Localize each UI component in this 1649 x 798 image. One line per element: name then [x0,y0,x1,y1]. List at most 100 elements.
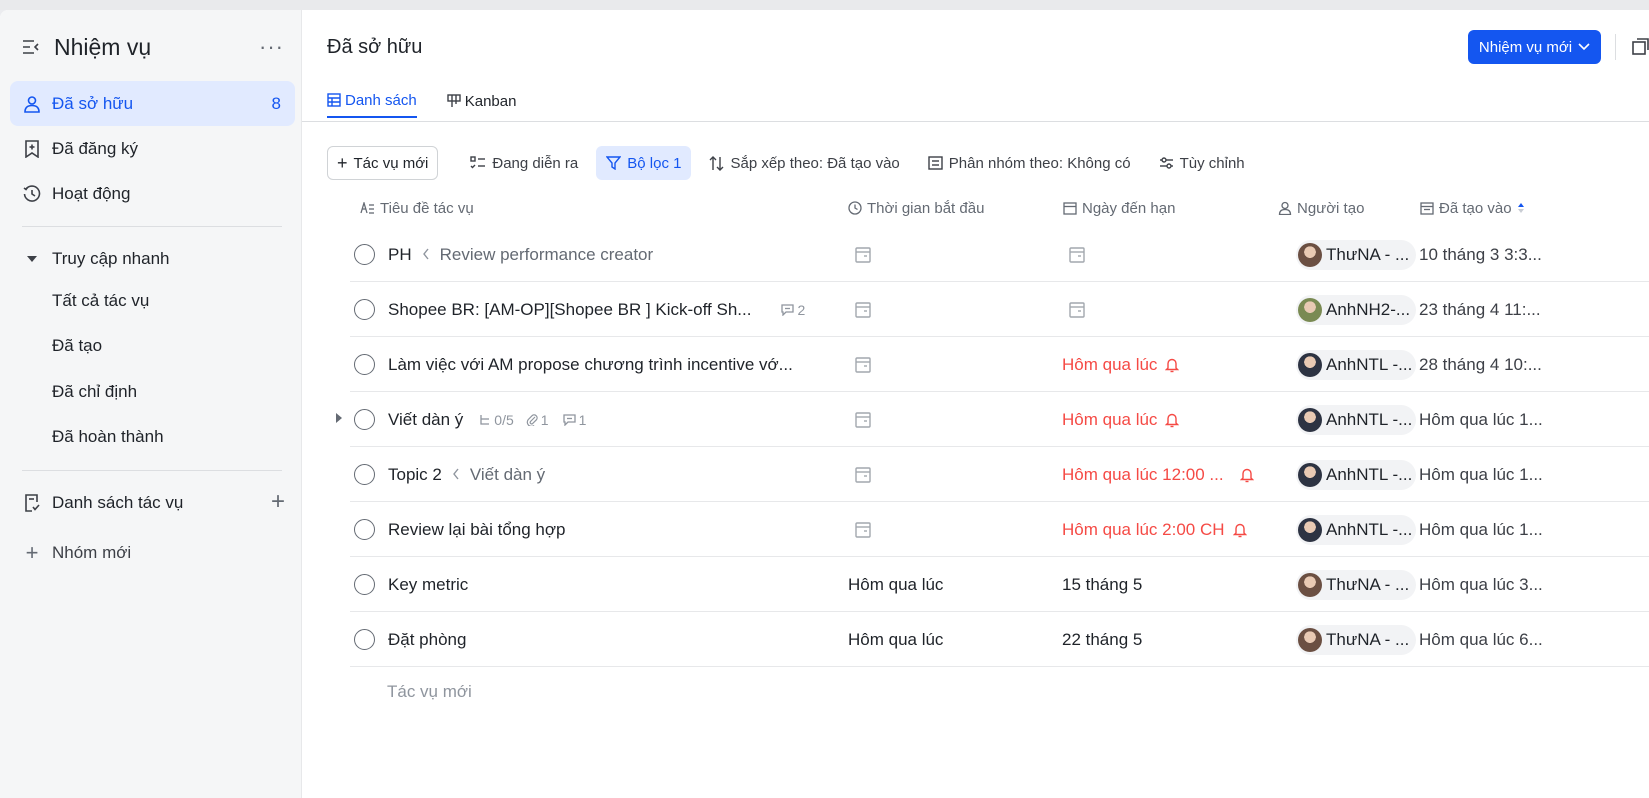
column-header-creator[interactable]: Người tạo [1278,190,1364,226]
due-date-cell[interactable]: Hôm qua lúc 12:00 ... [1062,447,1272,502]
column-header-start[interactable]: Thời gian bắt đầu [848,190,984,226]
new-task-row[interactable]: Tác vụ mới [387,682,472,702]
creator-chip[interactable]: AnhNTL -... [1296,459,1416,490]
task-title-cell[interactable]: Review lại bài tổng hợp [388,502,818,557]
sidebar-item-created[interactable]: Đã tạo [52,336,102,356]
creator-chip[interactable]: ThưNA - ... [1296,239,1416,270]
column-header-due[interactable]: Ngày đến hạn [1063,190,1175,226]
due-date-cell[interactable] [1068,227,1278,282]
start-time-cell[interactable] [854,337,1054,392]
start-time-cell[interactable] [854,227,1054,282]
creator-chip[interactable]: ThưNA - ... [1296,569,1416,600]
complete-checkbox[interactable] [354,629,375,650]
due-date: Hôm qua lúc [1062,354,1158,374]
creator-chip[interactable]: AnhNTL -... [1296,349,1416,380]
sort-ascending-icon[interactable] [1517,202,1525,214]
task-title-cell[interactable]: PH Review performance creator [388,227,818,282]
start-time-cell[interactable] [854,282,1054,337]
table-row[interactable]: Làm việc với AM propose chương trình inc… [350,337,1649,392]
add-task-list-icon[interactable]: + [271,488,285,516]
column-label: Tiêu đề tác vụ [380,199,474,217]
table-row[interactable]: PH Review performance creator ThưNA - ... 1… [350,227,1649,282]
group-button[interactable]: Phân nhóm theo: Không có [918,146,1141,180]
task-title-cell[interactable]: Key metric [388,557,818,612]
add-task-label: Tác vụ mới [353,154,429,172]
tab-list[interactable]: Danh sách [327,84,417,118]
creator-chip[interactable]: AnhNTL -... [1296,404,1416,435]
creator-chip[interactable]: AnhNH2-... [1296,294,1416,325]
tab-kanban[interactable]: Kanban [447,84,516,118]
start-time-cell[interactable] [854,447,1054,502]
creator-name: AnhNTL -... [1326,409,1413,429]
sidebar-item-assigned[interactable]: Đã chỉ định [52,382,137,402]
collapse-sidebar-icon[interactable] [22,39,40,55]
start-time-cell[interactable]: Hôm qua lúc [848,557,1048,612]
filter-button[interactable]: Bộ lọc 1 [596,146,692,180]
sidebar-item-subscribed[interactable]: Đã đăng ký [10,126,295,171]
table-row[interactable]: Viết dàn ý 0/5 1 1 Hôm qua lúc AnhNTL -... Hôm… [336,392,1649,447]
table-row[interactable]: Shopee BR: [AM-OP][Shopee BR ] Kick-off … [350,282,1649,337]
new-group-button[interactable]: + Nhóm mới [10,530,295,575]
sort-button[interactable]: Sắp xếp theo: Đã tạo vào [699,146,909,180]
comment-count: 2 [781,302,805,318]
column-header-created[interactable]: Đã tạo vào [1420,190,1525,226]
creator-cell[interactable]: AnhNTL -... [1296,502,1416,557]
start-time-cell[interactable] [854,392,1054,447]
new-task-button[interactable]: Nhiệm vụ mới [1468,30,1601,64]
table-row[interactable]: Key metric Hôm qua lúc 15 tháng 5 ThưNA - .… [350,557,1649,612]
creator-cell[interactable]: ThưNA - ... [1296,557,1416,612]
sidebar-item-completed[interactable]: Đã hoàn thành [52,427,164,447]
creator-cell[interactable]: ThưNA - ... [1296,612,1416,667]
add-task-button[interactable]: + Tác vụ mới [327,146,439,180]
due-date-cell[interactable]: Hôm qua lúc [1062,392,1272,447]
more-options-icon[interactable]: ··· [259,34,284,60]
sort-label: Sắp xếp theo: Đã tạo vào [730,154,900,172]
table-row[interactable]: Review lại bài tổng hợp Hôm qua lúc 2:00 … [350,502,1649,557]
task-title-cell[interactable]: Đặt phòng [388,612,818,667]
task-title-cell[interactable]: Shopee BR: [AM-OP][Shopee BR ] Kick-off … [388,282,818,337]
creator-chip[interactable]: ThưNA - ... [1296,624,1416,655]
sidebar-item-all-tasks[interactable]: Tất cả tác vụ [52,291,149,311]
start-time-cell[interactable]: Hôm qua lúc [848,612,1048,667]
creator-name: AnhNTL -... [1326,464,1413,484]
avatar [1298,462,1322,487]
due-date-cell[interactable]: 22 tháng 5 [1062,612,1272,667]
table-row[interactable]: Đặt phòng Hôm qua lúc 22 tháng 5 ThưNA - ..… [350,612,1649,667]
due-date-cell[interactable]: Hôm qua lúc [1062,337,1272,392]
table-row[interactable]: Topic 2 Viết dàn ý Hôm qua lúc 12:00 ... An… [350,447,1649,502]
complete-checkbox[interactable] [354,244,375,265]
task-title-cell[interactable]: Topic 2 Viết dàn ý [388,447,818,502]
complete-checkbox[interactable] [354,409,375,430]
complete-checkbox[interactable] [354,519,375,540]
sidebar-item-owned[interactable]: Đã sở hữu 8 [10,81,295,126]
creator-cell[interactable]: AnhNTL -... [1296,337,1416,392]
creator-name: ThưNA - ... [1326,244,1410,264]
task-title: Làm việc với AM propose chương trình inc… [388,354,793,374]
customize-label: Tùy chỉnh [1179,154,1245,172]
task-title-cell[interactable]: Viết dàn ý 0/5 1 1 [388,392,818,447]
ongoing-filter-button[interactable]: Đang diễn ra [460,146,588,180]
complete-checkbox[interactable] [354,299,375,320]
due-date: Hôm qua lúc [1062,409,1158,429]
task-title-cell[interactable]: Làm việc với AM propose chương trình inc… [388,337,818,392]
complete-checkbox[interactable] [354,354,375,375]
expand-caret-icon[interactable] [336,413,342,423]
creator-cell[interactable]: AnhNTL -... [1296,392,1416,447]
complete-checkbox[interactable] [354,464,375,485]
complete-checkbox[interactable] [354,574,375,595]
creator-cell[interactable]: AnhNH2-... [1296,282,1416,337]
due-date-cell[interactable]: 15 tháng 5 [1062,557,1272,612]
column-header-title[interactable]: Tiêu đề tác vụ [360,190,474,226]
open-window-icon[interactable] [1632,38,1649,55]
due-date-cell[interactable] [1068,282,1278,337]
quick-access-toggle[interactable]: Truy cập nhanh [10,236,295,281]
creator-cell[interactable]: AnhNTL -... [1296,447,1416,502]
sidebar-item-task-lists[interactable]: Danh sách tác vụ [10,480,295,525]
creator-cell[interactable]: ThưNA - ... [1296,227,1416,282]
start-time-cell[interactable] [854,502,1054,557]
sidebar-item-activity[interactable]: Hoạt động [10,171,295,216]
due-date-cell[interactable]: Hôm qua lúc 2:00 CH [1062,502,1272,557]
task-title: Đặt phòng [388,629,467,649]
creator-chip[interactable]: AnhNTL -... [1296,514,1416,545]
customize-button[interactable]: Tùy chỉnh [1149,146,1255,180]
